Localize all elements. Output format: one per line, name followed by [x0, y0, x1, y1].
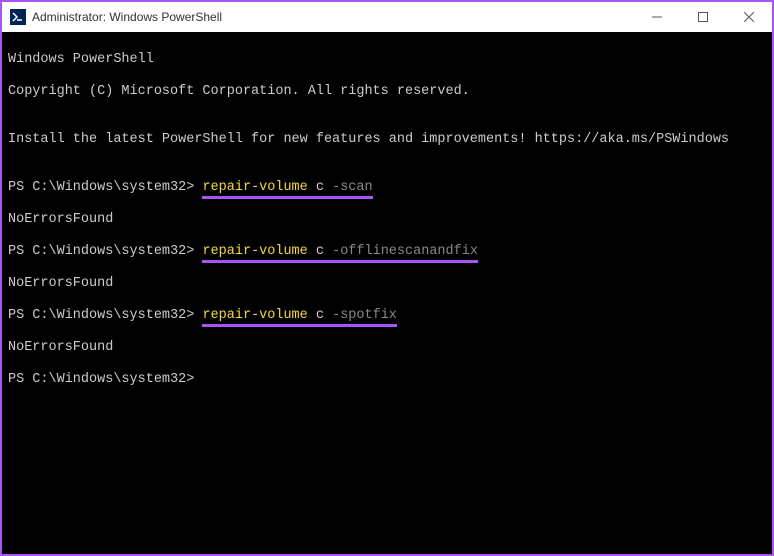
highlighted-command: repair-volume c -scan — [202, 180, 372, 196]
cmdlet: repair-volume — [202, 244, 307, 259]
prompt: PS C:\Windows\system32> — [8, 244, 202, 259]
cmdlet: repair-volume — [202, 308, 307, 323]
window-title: Administrator: Windows PowerShell — [32, 10, 222, 24]
highlighted-command: repair-volume c -offlinescanandfix — [202, 244, 477, 260]
close-button[interactable] — [726, 2, 772, 32]
terminal-output[interactable]: Windows PowerShell Copyright (C) Microso… — [2, 32, 772, 554]
powershell-window: Administrator: Windows PowerShell Window… — [2, 2, 772, 554]
highlighted-command: repair-volume c -spotfix — [202, 308, 396, 324]
window-controls — [634, 2, 772, 32]
cmd-flag: -offlinescanandfix — [332, 244, 478, 259]
cmd-flag: -scan — [332, 180, 373, 195]
command-line: PS C:\Windows\system32> repair-volume c … — [8, 180, 766, 196]
cmd-flag: -spotfix — [332, 308, 397, 323]
maximize-button[interactable] — [680, 2, 726, 32]
header-line: Windows PowerShell — [8, 52, 766, 68]
install-hint: Install the latest PowerShell for new fe… — [8, 132, 766, 148]
command-line: PS C:\Windows\system32> repair-volume c … — [8, 308, 766, 324]
command-line: PS C:\Windows\system32> repair-volume c … — [8, 244, 766, 260]
result-line: NoErrorsFound — [8, 276, 766, 292]
cmd-target: c — [316, 308, 324, 323]
empty-prompt: PS C:\Windows\system32> — [8, 372, 766, 388]
prompt: PS C:\Windows\system32> — [8, 372, 202, 387]
header-copyright: Copyright (C) Microsoft Corporation. All… — [8, 84, 766, 100]
result-line: NoErrorsFound — [8, 340, 766, 356]
minimize-button[interactable] — [634, 2, 680, 32]
result-line: NoErrorsFound — [8, 212, 766, 228]
powershell-icon — [10, 9, 26, 25]
titlebar[interactable]: Administrator: Windows PowerShell — [2, 2, 772, 32]
prompt: PS C:\Windows\system32> — [8, 308, 202, 323]
prompt: PS C:\Windows\system32> — [8, 180, 202, 195]
cmdlet: repair-volume — [202, 180, 307, 195]
cmd-target: c — [316, 180, 324, 195]
cmd-target: c — [316, 244, 324, 259]
